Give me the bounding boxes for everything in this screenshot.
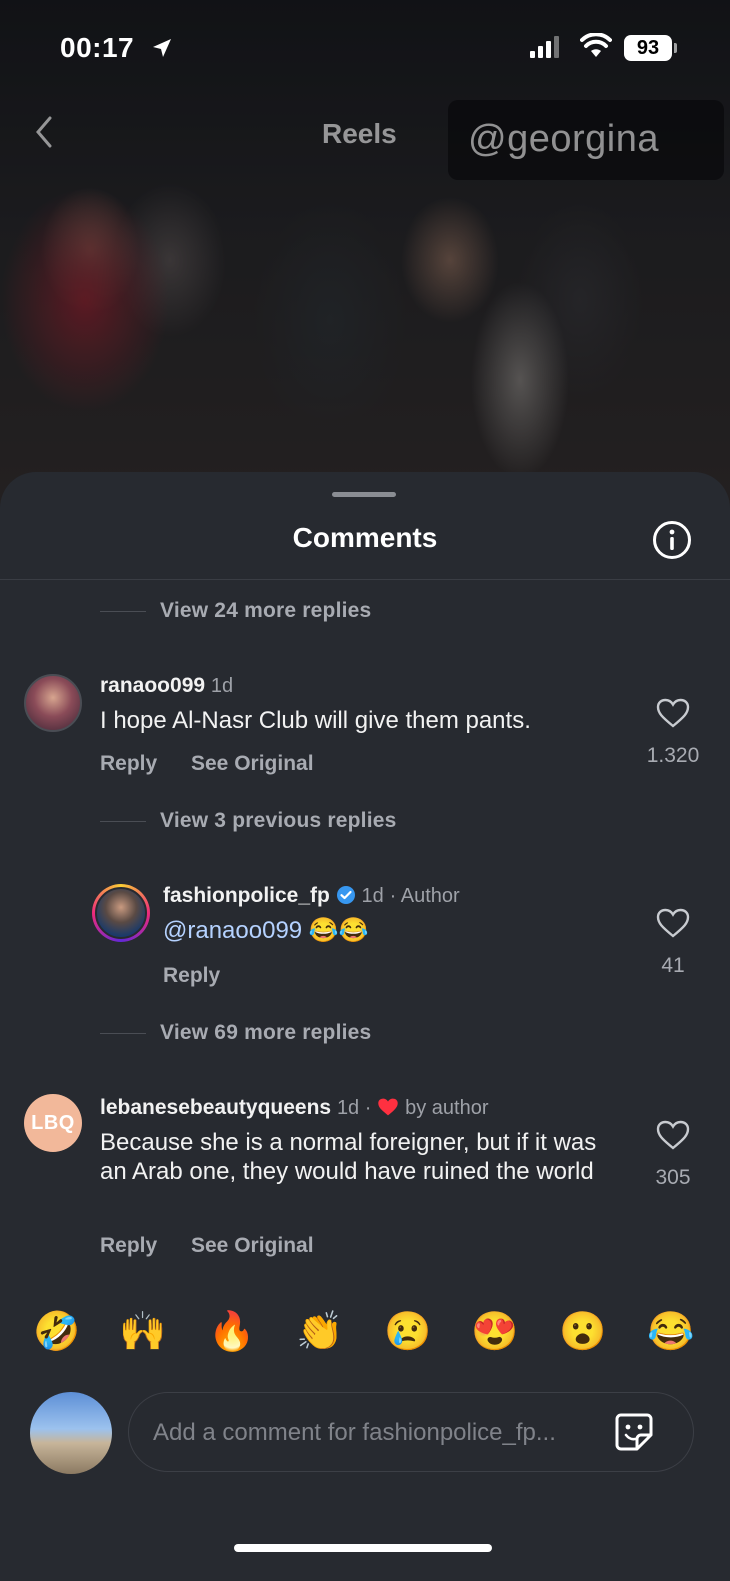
comment-time: 1d ·: [336, 1097, 372, 1119]
see-original-button[interactable]: See Original: [191, 1234, 314, 1258]
avatar-logo-text: LBQ: [31, 1111, 75, 1134]
sheet-divider: [0, 579, 730, 580]
username-text[interactable]: ranaoo099: [100, 674, 205, 697]
reels-title: Reels: [322, 118, 397, 149]
view-previous-replies-button[interactable]: View 3 previous replies: [160, 809, 397, 833]
like-count: 1.320: [646, 744, 700, 767]
watermark-text: @georgina: [468, 118, 659, 160]
emoji-rofl-button[interactable]: 🤣: [32, 1310, 82, 1354]
current-user-avatar[interactable]: [30, 1392, 112, 1474]
view-replies-line: [100, 1033, 146, 1034]
status-time: 00:17: [60, 32, 135, 63]
reply-button[interactable]: Reply: [100, 752, 157, 776]
liked-by-author-label: by author: [405, 1097, 489, 1119]
view-replies-line: [100, 821, 146, 822]
reply-button[interactable]: Reply: [163, 964, 220, 988]
wifi-icon: [580, 33, 612, 57]
comment-username[interactable]: ranaoo099 1d: [100, 674, 233, 698]
author-label: · Author: [389, 885, 460, 907]
home-indicator: [234, 1544, 492, 1552]
cellular-signal-icon: [530, 36, 559, 58]
sticker-icon[interactable]: [613, 1411, 655, 1453]
like-count: 41: [661, 954, 685, 977]
username-watermark: @georgina: [448, 100, 724, 180]
battery-nub: [674, 43, 677, 53]
see-original-button[interactable]: See Original: [191, 752, 314, 776]
emoji-heart-eyes-button[interactable]: 😍: [470, 1310, 520, 1354]
emoji-raised-hands-button[interactable]: 🙌: [118, 1310, 168, 1354]
status-bar: 00:17 93: [0, 0, 730, 100]
mention-link[interactable]: @ranaoo099: [163, 917, 302, 944]
like-heart-icon[interactable]: [656, 1120, 690, 1150]
view-more-replies-button[interactable]: View 69 more replies: [160, 1021, 371, 1045]
view-replies-line: [100, 611, 146, 612]
verified-badge-icon: [336, 886, 355, 904]
comment-emojis: 😂😂: [308, 917, 369, 944]
comment-time: 1d: [361, 885, 384, 907]
comment-input-box[interactable]: [128, 1392, 694, 1473]
emoji-surprised-button[interactable]: 😮: [558, 1310, 608, 1354]
sheet-grabber[interactable]: [332, 492, 396, 497]
like-heart-icon[interactable]: [656, 698, 690, 728]
comment-input[interactable]: [151, 1393, 625, 1473]
comment-text: Because she is a normal foreigner, but i…: [100, 1129, 597, 1185]
avatar-image: [95, 887, 147, 939]
info-icon[interactable]: [652, 520, 692, 560]
emoji-crying-button[interactable]: 😢: [383, 1310, 433, 1354]
emoji-clap-button[interactable]: 👏: [295, 1310, 345, 1354]
like-count: 305: [655, 1166, 691, 1189]
avatar-lebanesebeautyqueens[interactable]: LBQ: [24, 1094, 82, 1152]
emoji-tears-of-joy-button[interactable]: 😂: [646, 1310, 696, 1354]
location-arrow-icon: [153, 39, 171, 57]
username-text[interactable]: fashionpolice_fp: [163, 884, 330, 907]
like-heart-icon[interactable]: [656, 908, 690, 938]
comment-text: I hope Al-Nasr Club will give them pants…: [100, 707, 531, 734]
red-heart-icon: [378, 1098, 398, 1116]
comment-text: @ranaoo099 😂😂: [163, 916, 369, 945]
battery-level: 93: [624, 35, 672, 61]
comment-time: 1d: [210, 675, 234, 697]
comment-username[interactable]: fashionpolice_fp 1d · Author: [163, 884, 460, 908]
username-text[interactable]: lebanesebeautyqueens: [100, 1096, 331, 1119]
emoji-fire-button[interactable]: 🔥: [207, 1310, 257, 1354]
avatar-fashionpolice-fp[interactable]: [92, 884, 150, 942]
comments-sheet: Comments View 24 more replies ranaoo099 …: [0, 472, 730, 1581]
back-chevron-icon[interactable]: [30, 112, 60, 152]
avatar-ranaoo099[interactable]: [24, 674, 82, 732]
reply-button[interactable]: Reply: [100, 1234, 157, 1258]
comment-username[interactable]: lebanesebeautyqueens 1d · by author: [100, 1096, 488, 1120]
view-more-replies-button[interactable]: View 24 more replies: [160, 599, 371, 623]
sheet-title: Comments: [292, 522, 438, 553]
